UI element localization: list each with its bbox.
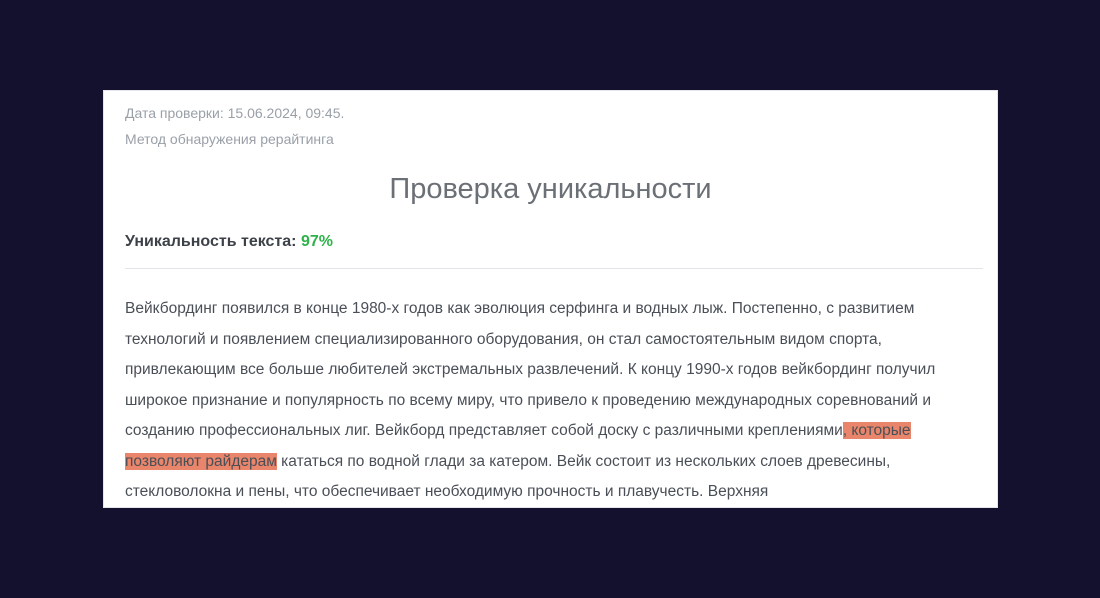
report-meta: Дата проверки: 15.06.2024, 09:45. Метод … [125,100,344,152]
text-segment: Вейкбординг появился в конце 1980-х годо… [125,300,936,439]
uniqueness-value: 97% [300,233,333,250]
report-card: Дата проверки: 15.06.2024, 09:45. Метод … [104,91,997,507]
check-date: Дата проверки: 15.06.2024, 09:45. [125,105,345,121]
detection-method: Метод обнаружения рерайтинга [125,131,334,147]
uniqueness-summary: Уникальность текста: 97% [125,230,333,254]
page-title: Проверка уникальности [389,173,712,205]
uniqueness-label: Уникальность текста: [125,233,297,250]
divider [125,268,983,269]
checked-text: Вейкбординг появился в конце 1980-х годо… [125,294,985,507]
